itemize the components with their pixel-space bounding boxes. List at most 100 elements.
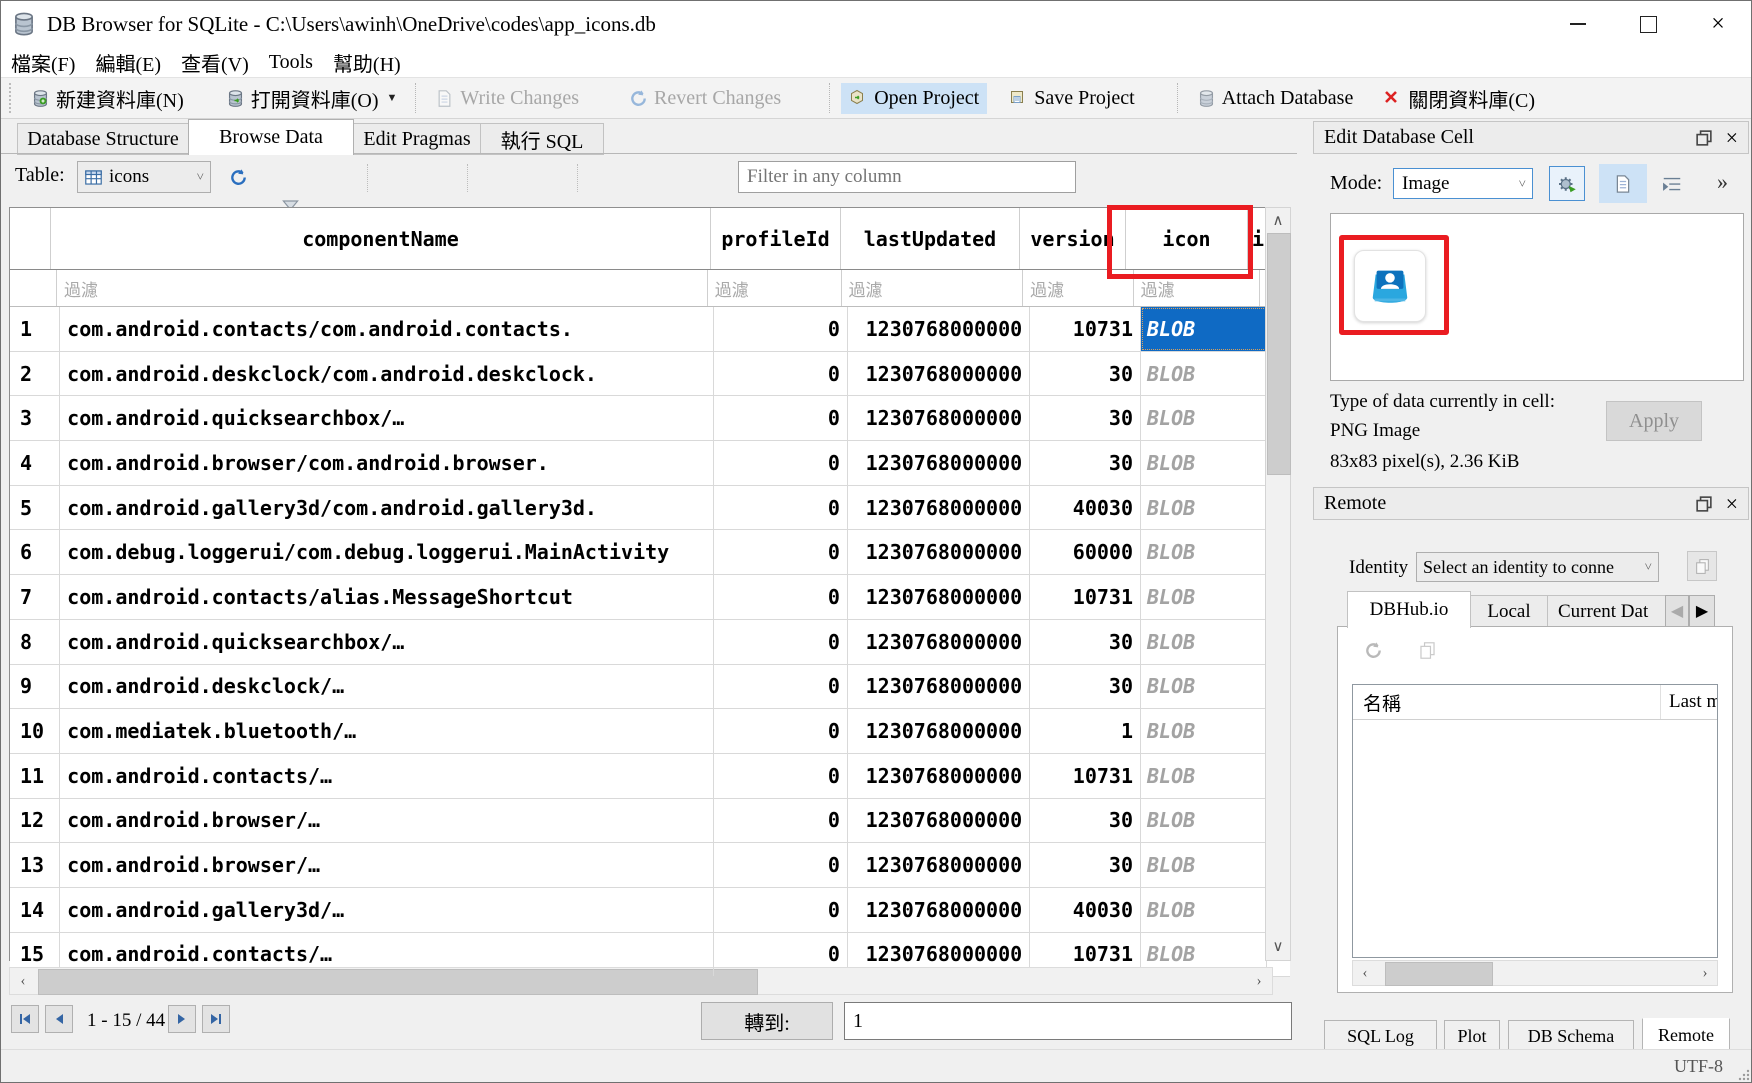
cell-profileId[interactable]: 0 <box>714 709 848 753</box>
remote-tab-current-database[interactable]: Current Dat <box>1547 595 1677 629</box>
float-panel-icon[interactable] <box>1696 496 1712 512</box>
tab-scroll-left-button[interactable]: ◀ <box>1665 595 1689 627</box>
cell-componentName[interactable]: com.android.browser/… <box>60 799 713 843</box>
row-number[interactable]: 13 <box>10 843 60 887</box>
column-header-componentName[interactable]: componentName <box>51 208 711 269</box>
minimize-button[interactable] <box>1543 2 1613 46</box>
float-panel-icon[interactable] <box>1696 130 1712 146</box>
first-page-button[interactable] <box>11 1005 39 1033</box>
cell-profileId[interactable]: 0 <box>714 888 848 932</box>
cell-lastUpdated[interactable]: 1230768000000 <box>848 620 1030 664</box>
tab-edit-pragmas[interactable]: Edit Pragmas <box>353 123 481 155</box>
cell-profileId[interactable]: 0 <box>714 754 848 798</box>
table-row[interactable]: 12com.android.browser/…0123076800000030B… <box>10 799 1290 844</box>
filter-input-profileId[interactable]: 過濾 <box>708 270 842 306</box>
scroll-down-arrow[interactable]: ∨ <box>1266 934 1290 958</box>
table-row[interactable]: 7com.android.contacts/alias.MessageShort… <box>10 575 1290 620</box>
cell-icon[interactable]: BLOB <box>1141 888 1267 932</box>
column-header-version[interactable]: version <box>1020 208 1126 269</box>
apply-button[interactable]: Apply <box>1606 401 1702 441</box>
row-number[interactable]: 1 <box>10 307 60 351</box>
open-database-button[interactable]: 打開資料庫(O) ▼ <box>218 80 406 117</box>
filter-input-version[interactable]: 過濾 <box>1023 270 1133 306</box>
revert-changes-button[interactable]: Revert Changes <box>621 83 789 114</box>
cell-icon[interactable]: BLOB <box>1141 843 1267 887</box>
filter-input-icon[interactable]: 過濾 <box>1134 270 1260 306</box>
horizontal-scroll-thumb[interactable] <box>1385 962 1493 986</box>
cell-version[interactable]: 10731 <box>1030 575 1141 619</box>
cell-profileId[interactable]: 0 <box>714 352 848 396</box>
cell-componentName[interactable]: com.android.quicksearchbox/… <box>60 396 713 440</box>
table-row[interactable]: 9com.android.deskclock/…0123076800000030… <box>10 665 1290 710</box>
cell-icon[interactable]: BLOB <box>1141 709 1267 753</box>
row-number[interactable]: 4 <box>10 441 60 485</box>
cell-lastUpdated[interactable]: 1230768000000 <box>848 709 1030 753</box>
scroll-right-arrow[interactable]: › <box>1695 961 1715 985</box>
row-number[interactable]: 9 <box>10 665 60 709</box>
cell-lastUpdated[interactable]: 1230768000000 <box>848 352 1030 396</box>
more-toolbuttons-icon[interactable]: » <box>1717 169 1728 195</box>
remote-refresh-button[interactable] <box>1364 641 1383 665</box>
cell-lastUpdated[interactable]: 1230768000000 <box>848 799 1030 843</box>
row-number[interactable]: 3 <box>10 396 60 440</box>
cell-icon[interactable]: BLOB <box>1141 754 1267 798</box>
global-filter-input[interactable] <box>738 161 1076 193</box>
cell-version[interactable]: 10731 <box>1030 754 1141 798</box>
vertical-scroll-thumb[interactable] <box>1267 233 1291 475</box>
close-panel-icon[interactable]: × <box>1726 131 1738 145</box>
cell-version[interactable]: 40030 <box>1030 486 1141 530</box>
remote-upload-button[interactable] <box>1418 641 1437 665</box>
cell-lastUpdated[interactable]: 1230768000000 <box>848 665 1030 709</box>
row-number[interactable]: 8 <box>10 620 60 664</box>
cell-icon[interactable]: BLOB <box>1141 575 1267 619</box>
cell-version[interactable]: 10731 <box>1030 307 1141 351</box>
cell-componentName[interactable]: com.android.browser/… <box>60 843 713 887</box>
new-database-button[interactable]: 新建資料庫(N) <box>23 80 192 117</box>
dock-tab-sql-log[interactable]: SQL Log <box>1324 1020 1437 1052</box>
cell-componentName[interactable]: com.android.deskclock/… <box>60 665 713 709</box>
next-page-button[interactable] <box>168 1005 196 1033</box>
cell-version[interactable]: 1 <box>1030 709 1141 753</box>
cell-version[interactable]: 60000 <box>1030 530 1141 574</box>
filter-input-lastUpdated[interactable]: 過濾 <box>842 270 1024 306</box>
open-project-button[interactable]: Open Project <box>841 83 987 114</box>
resize-grip-icon[interactable] <box>1737 1068 1751 1082</box>
cell-componentName[interactable]: com.android.gallery3d/… <box>60 888 713 932</box>
open-database-dropdown-arrow[interactable]: ▼ <box>387 92 398 104</box>
remote-tab-local[interactable]: Local <box>1469 595 1549 629</box>
table-row[interactable]: 8com.android.quicksearchbox/…01230768000… <box>10 620 1290 665</box>
cell-version[interactable]: 30 <box>1030 799 1141 843</box>
cell-version[interactable]: 30 <box>1030 620 1141 664</box>
cell-lastUpdated[interactable]: 1230768000000 <box>848 575 1030 619</box>
dock-tab-plot[interactable]: Plot <box>1444 1020 1500 1052</box>
import-data-button[interactable] <box>1549 166 1585 201</box>
previous-page-button[interactable] <box>45 1005 73 1033</box>
cell-icon[interactable]: BLOB <box>1141 396 1267 440</box>
goto-button[interactable]: 轉到: <box>701 1002 833 1040</box>
refresh-button[interactable] <box>223 162 253 192</box>
remote-tab-dbhub[interactable]: DBHub.io <box>1347 591 1471 628</box>
cell-version[interactable]: 40030 <box>1030 888 1141 932</box>
cell-icon[interactable]: BLOB <box>1141 307 1267 351</box>
row-number[interactable]: 10 <box>10 709 60 753</box>
cell-profileId[interactable]: 0 <box>714 843 848 887</box>
cell-icon[interactable]: BLOB <box>1141 352 1267 396</box>
table-selector[interactable]: icons ˅ <box>77 161 211 193</box>
cell-icon[interactable]: BLOB <box>1141 620 1267 664</box>
text-mode-button[interactable] <box>1599 164 1647 203</box>
table-row[interactable]: 4com.android.browser/com.android.browser… <box>10 441 1290 486</box>
table-row[interactable]: 5com.android.gallery3d/com.android.galle… <box>10 486 1290 531</box>
cell-profileId[interactable]: 0 <box>714 799 848 843</box>
dock-tab-remote[interactable]: Remote <box>1642 1018 1730 1052</box>
table-row[interactable]: 13com.android.browser/…0123076800000030B… <box>10 843 1290 888</box>
menu-file[interactable]: 檔案(F) <box>1 46 85 79</box>
identity-selector[interactable]: Select an identity to conne ˅ <box>1416 552 1659 582</box>
save-project-button[interactable]: Save Project <box>1001 83 1143 114</box>
table-row[interactable]: 6com.debug.loggerui/com.debug.loggerui.M… <box>10 530 1290 575</box>
table-row[interactable]: 14com.android.gallery3d/…012307680000004… <box>10 888 1290 933</box>
cell-componentName[interactable]: com.android.contacts/… <box>60 754 713 798</box>
list-header-name[interactable]: 名稱 <box>1353 685 1661 719</box>
cell-lastUpdated[interactable]: 1230768000000 <box>848 396 1030 440</box>
menu-edit[interactable]: 編輯(E) <box>85 46 171 79</box>
cell-icon[interactable]: BLOB <box>1141 486 1267 530</box>
